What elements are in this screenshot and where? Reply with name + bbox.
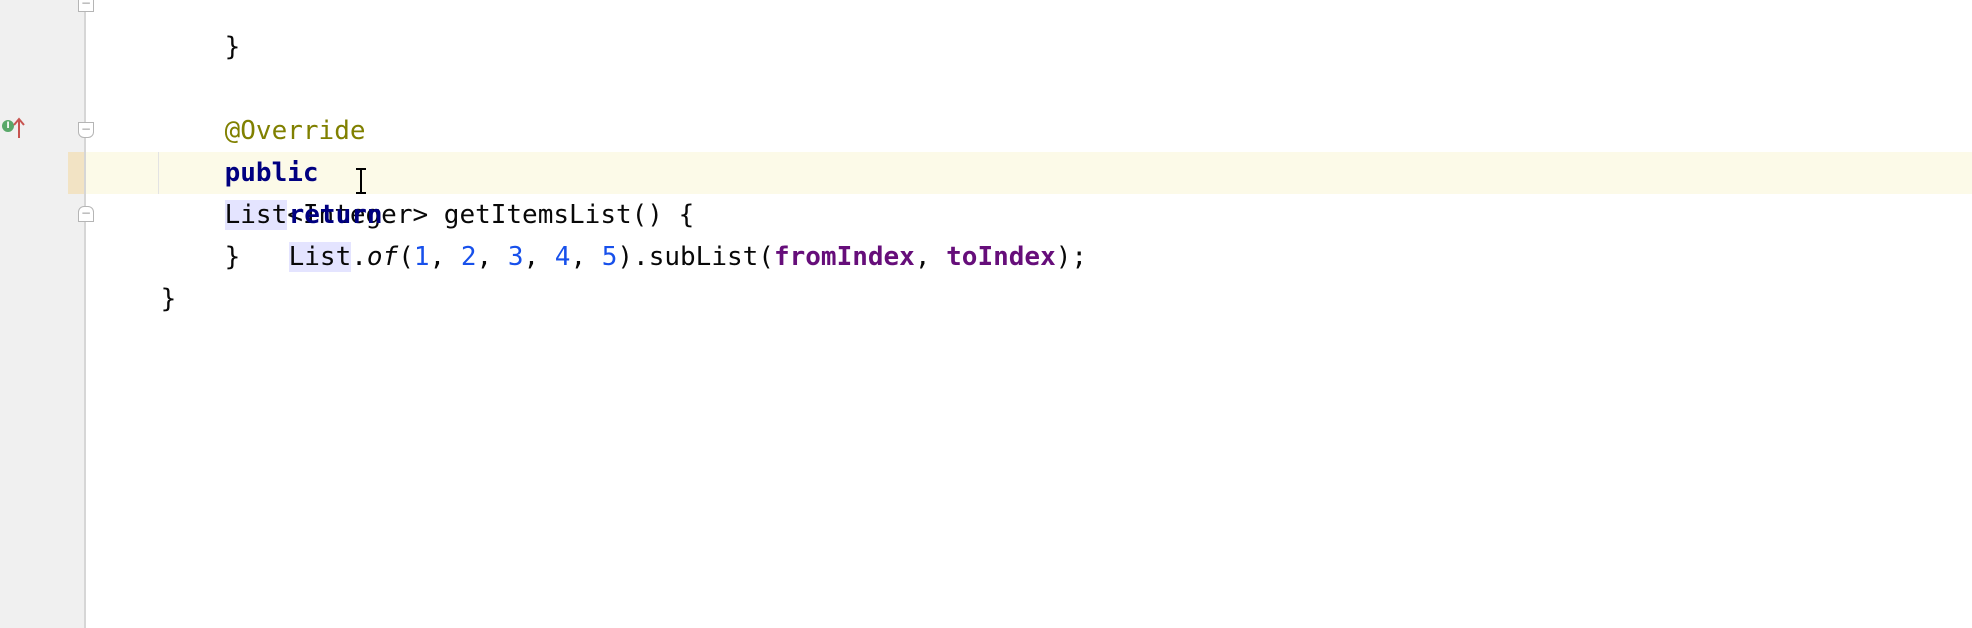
number-literal: 1 — [413, 242, 430, 272]
brace: } — [160, 284, 177, 314]
fold-close-icon[interactable]: − — [78, 206, 94, 222]
number-literal: 4 — [554, 242, 571, 272]
number-literal: 3 — [507, 242, 524, 272]
code-editor[interactable]: − I − − } @Override public List<Integer>… — [0, 0, 1972, 628]
change-marker[interactable] — [68, 152, 84, 194]
param-to-index: toIndex — [946, 242, 1056, 272]
method-name: getItemsList() { — [428, 200, 695, 230]
code-line-method-signature[interactable]: public List<Integer> getItemsList() { — [162, 110, 694, 230]
code-line-annotation[interactable]: @Override — [162, 68, 366, 146]
fold-minus-icon[interactable]: − — [78, 0, 94, 12]
comma: , — [914, 242, 947, 272]
code-line-brace[interactable]: } — [162, 0, 241, 62]
indent-guide — [158, 152, 159, 194]
type-list-suffix: ist — [304, 242, 352, 272]
comma: , — [429, 242, 461, 272]
comma: , — [476, 242, 508, 272]
number-literal: 5 — [601, 242, 618, 272]
override-up-arrow-icon[interactable] — [12, 116, 26, 140]
type-list-under-cursor: List — [288, 242, 352, 272]
code-line-method-close[interactable]: } — [162, 194, 241, 272]
keyword-return: return — [288, 200, 383, 230]
statement-end: ); — [1055, 242, 1088, 272]
brace: } — [224, 242, 241, 272]
sublist-call: ).subList( — [617, 242, 774, 272]
ibeam-cursor-icon — [356, 168, 366, 194]
comma: , — [570, 242, 602, 272]
static-method-of: of — [366, 242, 399, 272]
editor-gutter[interactable]: − I − − — [0, 0, 94, 628]
open-paren: ( — [398, 242, 414, 272]
number-literal: 2 — [460, 242, 477, 272]
dot: . — [351, 242, 367, 272]
type-list-prefix: L — [288, 242, 305, 272]
fold-open-icon[interactable]: − — [78, 122, 94, 138]
brace: } — [224, 32, 241, 62]
param-from-index: fromIndex — [773, 242, 915, 272]
code-line-class-close[interactable]: } — [98, 236, 177, 314]
comma: , — [523, 242, 555, 272]
